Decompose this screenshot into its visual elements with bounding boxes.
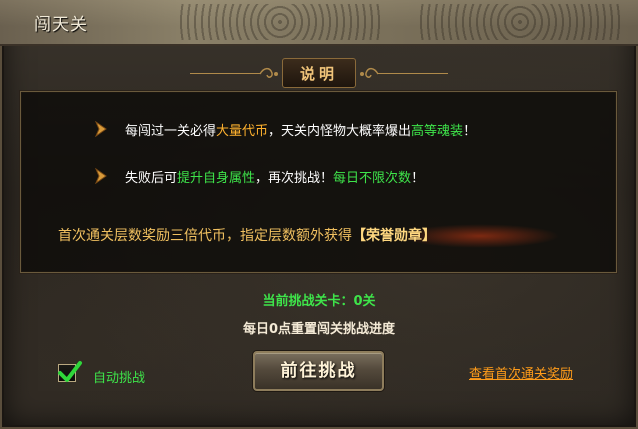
scroll-ornament-icon [259, 67, 278, 78]
row-2-highlight-unlimited: 每日不限次数 [333, 171, 412, 186]
title-bar-ornament [180, 4, 380, 40]
window-title: 闯天关 [34, 15, 88, 35]
arrow-bullet-icon [95, 168, 107, 184]
row-2-text-c: ！ [411, 171, 425, 186]
first-clear-reward-note: 首次通关层数奖励三倍代币，指定层数额外获得【荣誉勋章】 [58, 225, 436, 245]
header-line-right [378, 73, 448, 74]
row-2-text-b: ，再次挑战！ [255, 171, 334, 186]
daily-reset-note: 每日0点重置闯关挑战进度 [242, 322, 396, 337]
info-header: 说明 [299, 65, 338, 83]
reward-text: 首次通关层数奖励三倍代币，指定层数额外获得 [58, 228, 352, 244]
view-first-clear-rewards-link[interactable]: 查看首次通关奖励 [469, 363, 573, 382]
row-2-text-a: 失败后可 [125, 171, 178, 186]
arrow-bullet-icon [95, 121, 107, 137]
header-line-left [190, 73, 260, 74]
checkmark-icon [58, 361, 82, 382]
row-1-highlight-tokens: 大量代币 [216, 124, 269, 139]
info-row-text: 每闯过一关必得大量代币，天关内怪物大概率爆出高等魂装！ [125, 120, 476, 139]
info-row-text: 失败后可提升自身属性，再次挑战！每日不限次数！ [125, 167, 424, 186]
row-2-highlight-attributes: 提升自身属性 [177, 171, 256, 186]
row-1-text-a: 每闯过一关必得 [125, 124, 217, 139]
scroll-ornament-icon [360, 67, 379, 78]
honor-medal-label: 【荣誉勋章】 [352, 228, 436, 244]
row-1-highlight-gear: 高等魂装 [411, 124, 464, 139]
row-1-text-b: ，天关内怪物大概率爆出 [268, 124, 412, 139]
current-level-status: 当前挑战关卡：0关 [262, 294, 376, 309]
auto-challenge-checkbox[interactable] [58, 361, 82, 382]
title-bar: 闯天关 [0, 0, 638, 46]
go-challenge-button[interactable]: 前往挑战 [253, 351, 384, 391]
title-bar-ornament [420, 4, 620, 40]
auto-challenge-label[interactable]: 自动挑战 [93, 367, 145, 386]
row-1-text-c: ！ [463, 124, 477, 139]
